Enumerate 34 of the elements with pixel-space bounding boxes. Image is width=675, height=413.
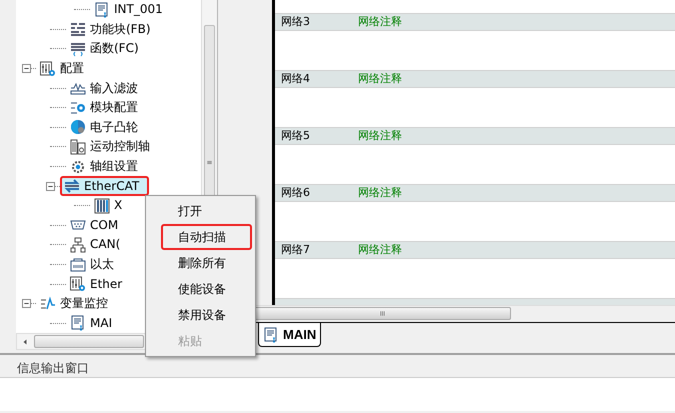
network-comment: 网络注释 — [358, 242, 402, 258]
tree-item[interactable]: 功能块(FB) — [66, 19, 154, 40]
menu-item[interactable]: 打开 — [149, 198, 252, 224]
tree-item[interactable]: 输入滤波 — [66, 78, 142, 98]
tree-item[interactable]: INT_001 — [90, 0, 167, 20]
tree-item[interactable]: 模块配置 — [66, 98, 142, 118]
tree-item[interactable]: MAI — [66, 313, 116, 333]
menu-item[interactable]: 删除所有 — [149, 250, 252, 276]
network-comment: 网络注释 — [358, 184, 402, 201]
network-label: 网络4 — [280, 70, 311, 87]
tree-item[interactable]: Ether — [66, 274, 126, 294]
panel-title: 信息输出窗口 — [16, 360, 89, 377]
network-label: 网络6 — [280, 184, 311, 201]
network-label: 网络7 — [280, 242, 311, 258]
menu-item[interactable]: 禁用设备 — [149, 302, 252, 328]
editor-tab[interactable]: MAIN — [258, 323, 322, 347]
tree-item[interactable]: CAN( — [66, 234, 124, 255]
network-comment: 网络注释 — [358, 14, 402, 30]
tree-item[interactable]: 变量监控 — [36, 294, 112, 314]
tree-item[interactable]: 运动控制轴 — [66, 136, 154, 157]
network-label: 网络5 — [280, 128, 311, 144]
tree-item[interactable]: 轴组设置 — [66, 156, 142, 177]
tree-item[interactable]: 电子凸轮 — [66, 117, 142, 138]
tree-item[interactable]: EtherCAT — [60, 176, 150, 196]
tree-item[interactable]: 配置 — [36, 58, 88, 79]
tree-item[interactable]: X — [90, 196, 126, 216]
tree-item[interactable]: COM — [66, 215, 122, 236]
tree-item[interactable]: 以太 — [66, 254, 118, 275]
network-label: 网络3 — [280, 14, 311, 30]
menu-item[interactable]: 使能设备 — [149, 276, 252, 302]
menu-item[interactable]: 自动扫描 — [161, 224, 252, 250]
network-comment: 网络注释 — [358, 70, 402, 87]
network-comment: 网络注释 — [358, 128, 402, 144]
tree-item[interactable]: 函数(FC) — [66, 38, 143, 59]
